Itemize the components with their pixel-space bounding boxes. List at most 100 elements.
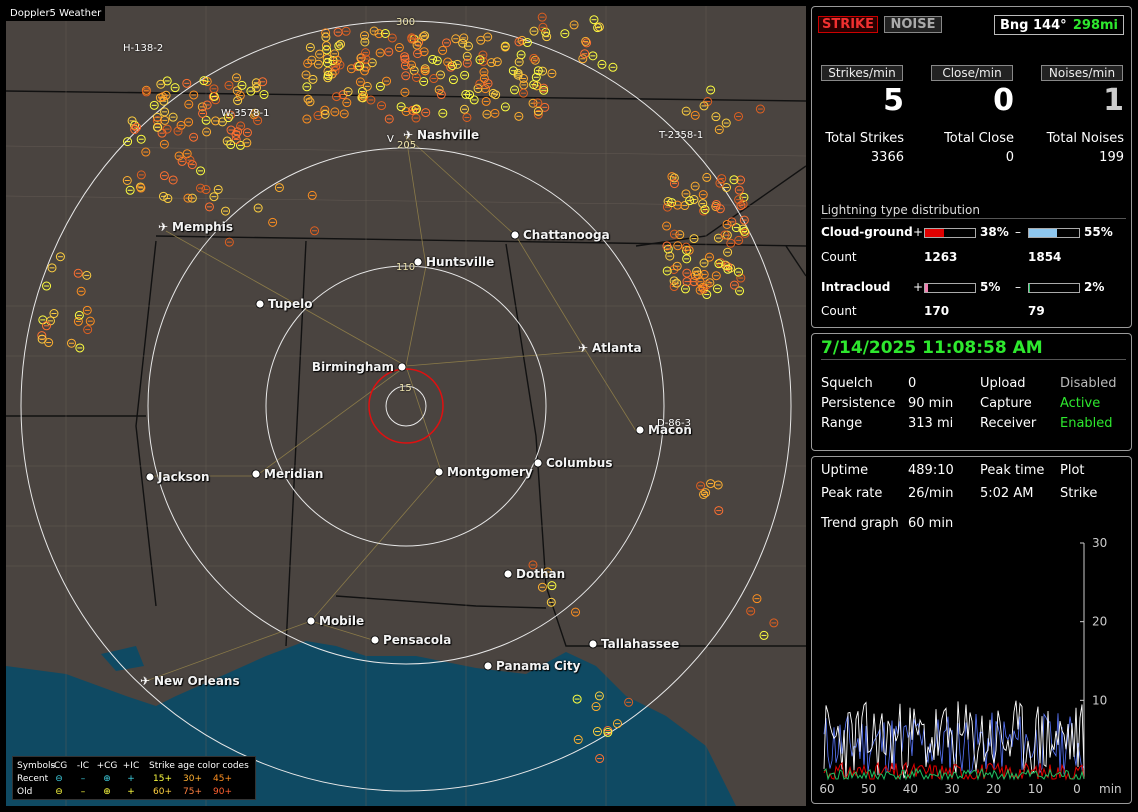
strike-marker: [673, 241, 683, 251]
strike-marker: [434, 85, 444, 95]
strike-marker: [302, 114, 312, 124]
cg-count-label: Count: [821, 250, 857, 264]
strike-marker: [429, 74, 439, 84]
strikes-per-min-value: 5: [883, 83, 904, 118]
strike-marker: [481, 96, 491, 106]
cg-plus-sign: +: [913, 225, 924, 239]
strike-marker: [538, 22, 548, 32]
strike-marker: [746, 606, 756, 616]
city-dot: [413, 257, 423, 267]
strike-marker: [715, 178, 725, 188]
strike-marker: [580, 49, 590, 59]
capture-value[interactable]: Active: [1060, 396, 1100, 411]
ic-positive-bar: [924, 283, 976, 293]
strike-marker: [253, 203, 263, 213]
strike-marker: [451, 34, 461, 44]
strike-marker: [680, 284, 690, 294]
city-label: Huntsville: [426, 255, 495, 269]
strike-marker: [182, 78, 192, 88]
storm-cell-tag[interactable]: W-3578-1: [221, 108, 270, 119]
strike-marker: [681, 106, 691, 116]
strike-marker: [475, 79, 485, 89]
legend-age-45: 45+: [213, 773, 232, 784]
squelch-value[interactable]: 0: [908, 376, 916, 391]
strike-marker: [588, 51, 598, 61]
strike-marker: [377, 101, 387, 111]
y-tick-label: 30: [1092, 536, 1107, 550]
x-tick-label: 60: [819, 782, 834, 796]
strike-marker: [342, 98, 352, 108]
strike-marker: [47, 263, 57, 273]
strike-marker: [313, 59, 323, 69]
strike-marker: [375, 48, 385, 58]
strike-marker: [706, 479, 716, 489]
receiver-value[interactable]: Enabled: [1060, 416, 1113, 431]
intracloud-label: Intracloud: [821, 280, 891, 294]
strike-marker: [162, 124, 172, 134]
upload-value[interactable]: Disabled: [1060, 376, 1116, 391]
strike-toggle-button[interactable]: STRIKE: [818, 16, 878, 33]
range-label: Range: [821, 416, 863, 431]
ic-positive-percent: 5%: [980, 280, 1001, 294]
range-ring-label: 205: [397, 140, 417, 151]
strike-marker: [529, 26, 539, 36]
bearing-readout: Bng 144° 298mi: [994, 15, 1124, 35]
strike-marker: [209, 84, 219, 94]
persistence-value[interactable]: 90 min: [908, 396, 953, 411]
range-value[interactable]: 313 mi: [908, 416, 953, 431]
cg-positive-bar-fill: [925, 229, 944, 237]
persistence-label: Persistence: [821, 396, 896, 411]
strike-marker: [473, 84, 483, 94]
strike-marker: [202, 100, 212, 110]
strike-marker: [560, 29, 570, 39]
city-label: Panama City: [496, 659, 581, 673]
strike-marker: [669, 179, 679, 189]
strike-marker: [589, 15, 599, 25]
legend-recent-label: Recent: [17, 773, 49, 784]
city-dot: [255, 299, 265, 309]
strikes-per-min-button[interactable]: Strikes/min: [821, 65, 903, 81]
total-close-label: Total Close: [944, 131, 1014, 146]
strike-marker: [242, 128, 252, 138]
storm-cell-tag[interactable]: T-2358-1: [659, 130, 703, 141]
strike-marker: [717, 174, 727, 184]
city-label: Jackson: [158, 470, 210, 484]
strike-marker: [436, 90, 446, 100]
strike-marker: [537, 12, 547, 22]
strike-marker: [569, 20, 579, 30]
strike-marker: [213, 184, 223, 194]
strike-marker: [400, 87, 410, 97]
cg-positive-count: 1263: [924, 250, 958, 264]
storm-cell-tag[interactable]: D-86-3: [657, 418, 691, 429]
strike-marker: [339, 109, 349, 119]
strike-marker: [41, 321, 51, 331]
strike-marker: [202, 127, 212, 137]
ic-negative-count: 79: [1028, 304, 1045, 318]
strike-marker: [459, 104, 469, 114]
airport-icon: ✈: [158, 220, 168, 234]
strike-marker: [711, 112, 721, 122]
strike-marker: [336, 39, 346, 49]
strike-marker: [141, 147, 151, 157]
strike-marker: [726, 238, 736, 248]
strike-marker: [369, 26, 379, 36]
storm-cell-tag[interactable]: H-138-2: [123, 43, 163, 54]
strike-marker: [366, 95, 376, 105]
strike-marker: [411, 72, 421, 82]
lightning-map[interactable]: Doppler5 Weather ✈ ✈ ✈ ✈ Nashville Memph…: [6, 6, 806, 806]
strike-marker: [608, 62, 618, 72]
strike-marker: [396, 102, 406, 112]
strike-marker: [321, 32, 331, 42]
storm-cell-tag[interactable]: V: [387, 134, 394, 145]
city-label: Atlanta: [592, 341, 642, 355]
strike-marker: [510, 85, 520, 95]
strike-marker: [441, 38, 451, 48]
strike-marker: [705, 278, 715, 288]
strike-marker: [699, 489, 709, 499]
close-per-min-button[interactable]: Close/min: [931, 65, 1013, 81]
strike-marker: [156, 79, 166, 89]
strike-marker: [578, 54, 588, 64]
strike-marker: [333, 27, 343, 37]
noises-per-min-button[interactable]: Noises/min: [1041, 65, 1123, 81]
noise-toggle-button[interactable]: NOISE: [884, 16, 942, 33]
